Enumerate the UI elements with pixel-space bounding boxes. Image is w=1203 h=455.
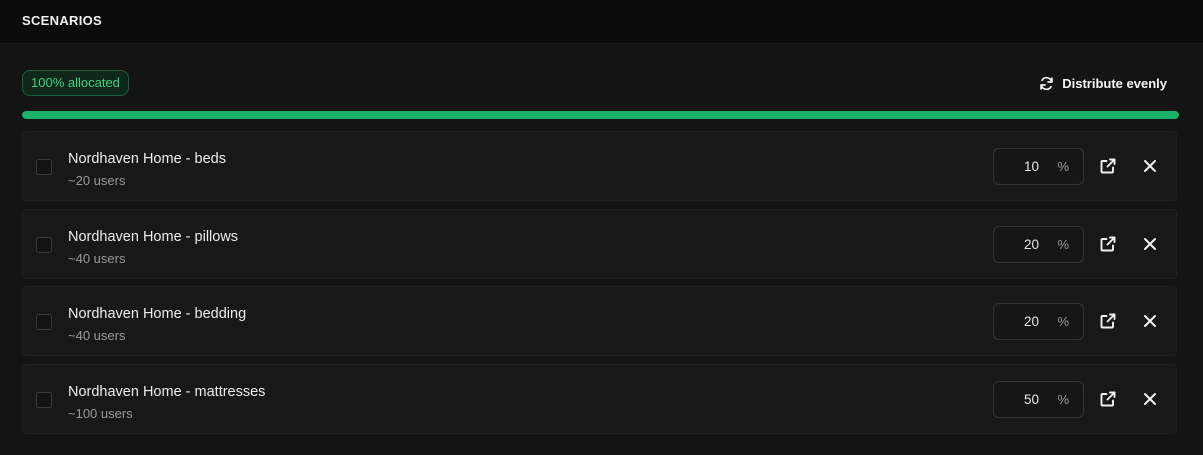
percent-value: 20 bbox=[1023, 236, 1039, 252]
scenario-users: ~100 users bbox=[68, 405, 133, 421]
close-icon[interactable] bbox=[1141, 312, 1159, 330]
scenario-users: ~40 users bbox=[68, 250, 126, 266]
scenario-row: Nordhaven Home - bedding ~40 users 20 % bbox=[22, 286, 1177, 356]
percent-value: 10 bbox=[1023, 159, 1039, 174]
row-checkbox[interactable] bbox=[36, 159, 52, 175]
external-link-icon[interactable] bbox=[1099, 235, 1117, 253]
percent-input[interactable]: 20 % bbox=[993, 225, 1084, 263]
allocation-badge: 100% allocated bbox=[22, 70, 129, 96]
percent-value: 20 bbox=[1023, 314, 1039, 329]
scenario-name: Nordhaven Home - bedding bbox=[68, 306, 247, 322]
scenario-name: Nordhaven Home - mattresses bbox=[68, 383, 266, 400]
percent-input[interactable]: 50 % bbox=[993, 380, 1084, 418]
scenario-row: Nordhaven Home - beds ~20 users 10 % bbox=[22, 131, 1177, 201]
row-checkbox[interactable] bbox=[36, 391, 52, 408]
percent-input[interactable]: 10 % bbox=[993, 148, 1084, 185]
external-link-icon[interactable] bbox=[1099, 157, 1117, 175]
percent-sign: % bbox=[1057, 236, 1069, 252]
allocation-progress-bar bbox=[22, 111, 1179, 119]
row-checkbox[interactable] bbox=[36, 314, 52, 330]
percent-sign: % bbox=[1057, 314, 1069, 329]
scenario-name: Nordhaven Home - beds bbox=[68, 151, 226, 167]
percent-value: 50 bbox=[1023, 391, 1039, 407]
scenario-users: ~20 users bbox=[68, 173, 126, 188]
percent-sign: % bbox=[1057, 159, 1069, 174]
percent-sign: % bbox=[1057, 391, 1069, 407]
row-checkbox[interactable] bbox=[36, 236, 52, 253]
external-link-icon[interactable] bbox=[1099, 390, 1117, 408]
distribute-evenly-button[interactable]: Distribute evenly bbox=[1039, 72, 1167, 94]
close-icon[interactable] bbox=[1141, 157, 1159, 175]
allocation-progress-fill bbox=[22, 111, 1179, 119]
close-icon[interactable] bbox=[1141, 235, 1159, 253]
scenario-row: Nordhaven Home - mattresses ~100 users 5… bbox=[22, 363, 1177, 434]
section-title: SCENARIOS bbox=[22, 13, 102, 28]
external-link-icon[interactable] bbox=[1099, 312, 1117, 330]
refresh-icon bbox=[1039, 76, 1054, 91]
close-icon[interactable] bbox=[1141, 390, 1159, 408]
scenario-users: ~40 users bbox=[68, 328, 126, 343]
percent-input[interactable]: 20 % bbox=[993, 303, 1084, 340]
section-header: SCENARIOS bbox=[0, 0, 1203, 44]
scenario-row: Nordhaven Home - pillows ~40 users 20 % bbox=[22, 208, 1177, 279]
scenario-name: Nordhaven Home - pillows bbox=[68, 228, 239, 245]
scenario-list: Nordhaven Home - beds ~20 users 10 % Nor… bbox=[22, 131, 1177, 441]
distribute-evenly-label: Distribute evenly bbox=[1062, 75, 1167, 91]
